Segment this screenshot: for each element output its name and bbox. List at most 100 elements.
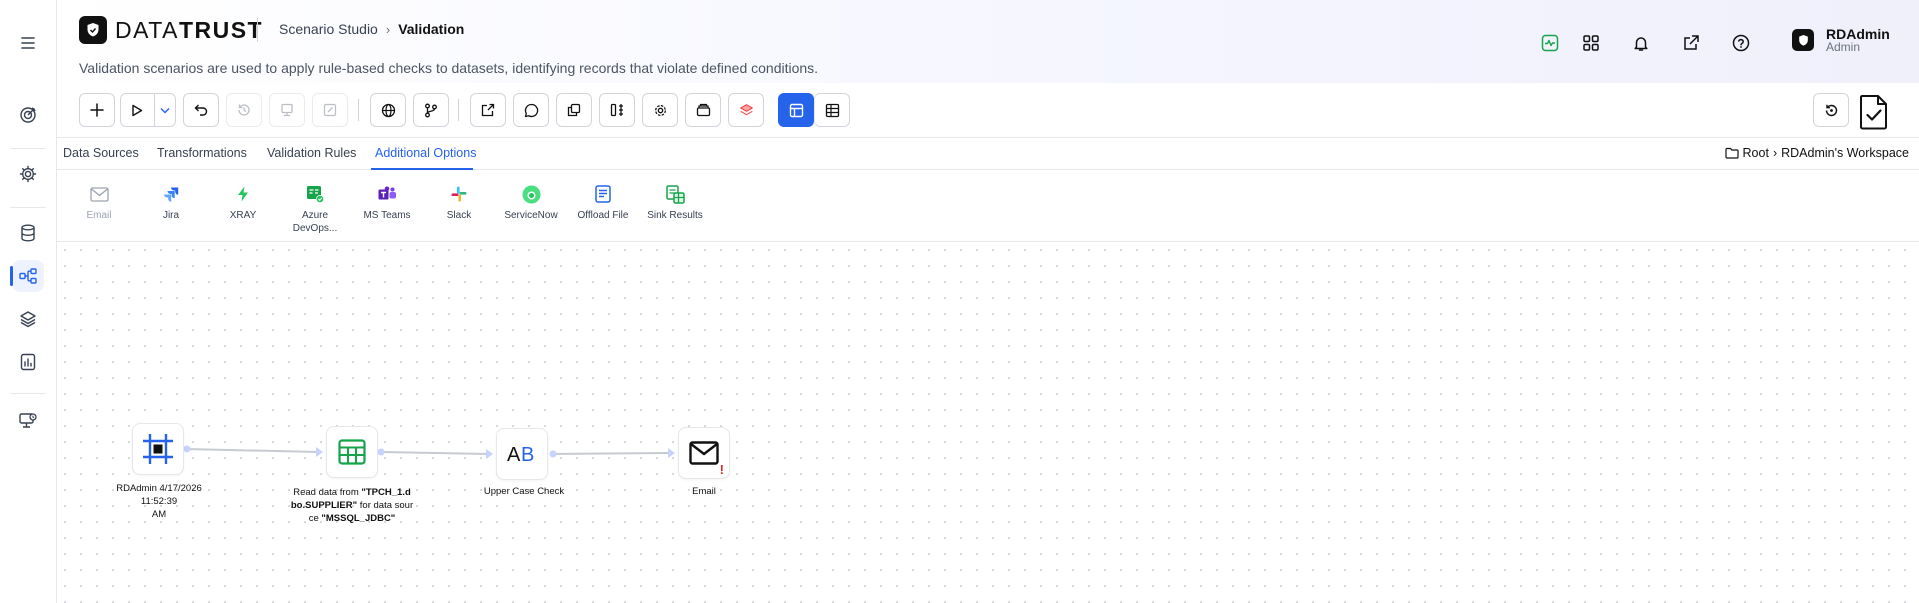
copy-button[interactable] bbox=[556, 93, 592, 127]
email-icon bbox=[89, 184, 109, 204]
help-icon[interactable] bbox=[1730, 32, 1752, 54]
edit-button[interactable] bbox=[312, 93, 348, 127]
tab-transformations[interactable]: Transformations bbox=[157, 146, 247, 160]
avatar bbox=[1792, 29, 1814, 51]
validate-document-icon[interactable] bbox=[1855, 92, 1893, 132]
uppercase-ab-icon: AB bbox=[507, 444, 534, 465]
user-menu[interactable]: RDAdmin Admin bbox=[1792, 27, 1890, 53]
jira-icon bbox=[161, 184, 181, 204]
flow-node-source-label: Read data from "TPCH_1.d bo.SUPPLIER" for… bbox=[290, 487, 414, 524]
user-role: Admin bbox=[1826, 40, 1861, 54]
external-link-icon[interactable] bbox=[1680, 32, 1702, 54]
flow-node-start[interactable] bbox=[132, 423, 184, 475]
palette-label: XRAY bbox=[229, 210, 257, 221]
add-button[interactable] bbox=[79, 93, 115, 127]
flow-canvas[interactable]: RDAdmin 4/17/2026 11:52:39 AM Read data f… bbox=[57, 242, 1919, 603]
palette-label: Sink Results bbox=[647, 210, 703, 221]
offload-file-icon bbox=[593, 184, 613, 204]
globe-button[interactable] bbox=[370, 93, 406, 127]
palette-label: ServiceNow bbox=[504, 210, 558, 221]
target-icon[interactable] bbox=[12, 99, 44, 131]
palette-slack[interactable]: Slack bbox=[423, 184, 495, 222]
edge-rule-email[interactable] bbox=[549, 448, 676, 458]
folder-icon bbox=[1724, 147, 1739, 159]
apps-grid-icon[interactable] bbox=[1580, 32, 1602, 54]
servicenow-icon bbox=[521, 184, 541, 204]
palette-label: Azure DevOps... bbox=[292, 210, 338, 234]
activity-icon[interactable] bbox=[1539, 32, 1561, 54]
warning-icon: ! bbox=[719, 462, 724, 477]
monitor-icon[interactable] bbox=[12, 405, 44, 437]
sink-results-icon bbox=[665, 184, 685, 204]
flow-edges bbox=[183, 445, 676, 460]
palette-sink-results[interactable]: Sink Results bbox=[639, 184, 711, 222]
deploy-button[interactable] bbox=[269, 93, 305, 127]
tab-data-sources[interactable]: Data Sources bbox=[63, 146, 139, 160]
palette-xray[interactable]: XRAY bbox=[207, 184, 279, 222]
xray-icon bbox=[233, 184, 253, 204]
palette-label: Email bbox=[86, 210, 112, 221]
run-options-button[interactable] bbox=[153, 94, 175, 126]
palette-jira[interactable]: Jira bbox=[135, 184, 207, 222]
shield-icon bbox=[79, 16, 107, 44]
flow-node-email-label: Email bbox=[692, 486, 716, 497]
palette-servicenow[interactable]: ServiceNow bbox=[495, 184, 567, 222]
history-button[interactable] bbox=[226, 93, 262, 127]
scenario-start-icon bbox=[143, 434, 173, 464]
azure-devops-icon bbox=[305, 184, 325, 204]
page-description: Validation scenarios are used to apply r… bbox=[79, 60, 819, 76]
menu-icon[interactable] bbox=[12, 27, 44, 59]
archive-button[interactable] bbox=[685, 93, 721, 127]
logo: DATATRUST bbox=[79, 16, 263, 44]
tab-bar: Data Sources Transformations Validation … bbox=[57, 138, 1919, 170]
breadcrumb-current: Validation bbox=[398, 21, 465, 37]
palette-ms-teams[interactable]: MS Teams bbox=[351, 184, 423, 222]
breadcrumb-parent[interactable]: Scenario Studio bbox=[279, 21, 378, 37]
flow-node-rule[interactable]: AB bbox=[496, 428, 548, 480]
svg-text:B: B bbox=[521, 444, 534, 465]
options-palette: Email Jira XRAY AzureDevOps... MS Teams bbox=[57, 170, 1919, 242]
undo-button[interactable] bbox=[183, 93, 219, 127]
history-rollback-button[interactable] bbox=[1813, 93, 1849, 127]
user-name: RDAdmin bbox=[1826, 26, 1890, 42]
layers-icon[interactable] bbox=[12, 303, 44, 335]
edge-start-source[interactable] bbox=[183, 445, 324, 458]
edge-source-rule[interactable] bbox=[377, 448, 494, 460]
flow-node-email[interactable]: ! bbox=[678, 427, 730, 479]
table-icon bbox=[338, 439, 366, 465]
palette-label: Offload File bbox=[577, 210, 629, 221]
layout-view-button[interactable] bbox=[778, 93, 814, 127]
settings-button[interactable] bbox=[642, 93, 678, 127]
workspace-name: RDAdmin's Workspace bbox=[1781, 146, 1909, 160]
envelope-icon bbox=[689, 441, 719, 465]
tab-validation-rules[interactable]: Validation Rules bbox=[267, 146, 356, 160]
run-button-group bbox=[120, 93, 176, 127]
flow-node-source[interactable] bbox=[326, 426, 378, 478]
workflow-icon[interactable] bbox=[10, 260, 44, 292]
app: DATATRUST Scenario Studio › Validation V… bbox=[0, 0, 1919, 603]
tab-additional-options[interactable]: Additional Options bbox=[375, 146, 476, 160]
header: DATATRUST Scenario Studio › Validation V… bbox=[57, 0, 1919, 83]
branch-button[interactable] bbox=[413, 93, 449, 127]
flow-node-rule-label: Upper Case Check bbox=[483, 486, 565, 497]
compare-button[interactable] bbox=[599, 93, 635, 127]
run-button[interactable] bbox=[121, 94, 154, 126]
database-icon[interactable] bbox=[12, 217, 44, 249]
left-rail bbox=[0, 0, 57, 603]
export-button[interactable] bbox=[470, 93, 506, 127]
palette-offload-file[interactable]: Offload File bbox=[567, 184, 639, 222]
table-view-button[interactable] bbox=[814, 93, 850, 127]
palette-label: Jira bbox=[162, 210, 180, 221]
comment-button[interactable] bbox=[513, 93, 549, 127]
layers-button[interactable] bbox=[728, 93, 764, 127]
breadcrumb: Scenario Studio › Validation bbox=[279, 21, 464, 37]
bell-icon[interactable] bbox=[1630, 32, 1652, 54]
palette-label: Slack bbox=[446, 210, 472, 221]
flow-node-start-label: RDAdmin 4/17/2026 11:52:39 AM bbox=[116, 483, 202, 520]
report-icon[interactable] bbox=[12, 346, 44, 378]
workspace-breadcrumb[interactable]: Root › RDAdmin's Workspace bbox=[1724, 146, 1909, 160]
gear-icon[interactable] bbox=[12, 158, 44, 190]
chevron-right-icon: › bbox=[385, 21, 391, 37]
palette-email[interactable]: Email bbox=[63, 184, 135, 222]
palette-azure-devops[interactable]: Azure DevOps... bbox=[279, 184, 351, 235]
